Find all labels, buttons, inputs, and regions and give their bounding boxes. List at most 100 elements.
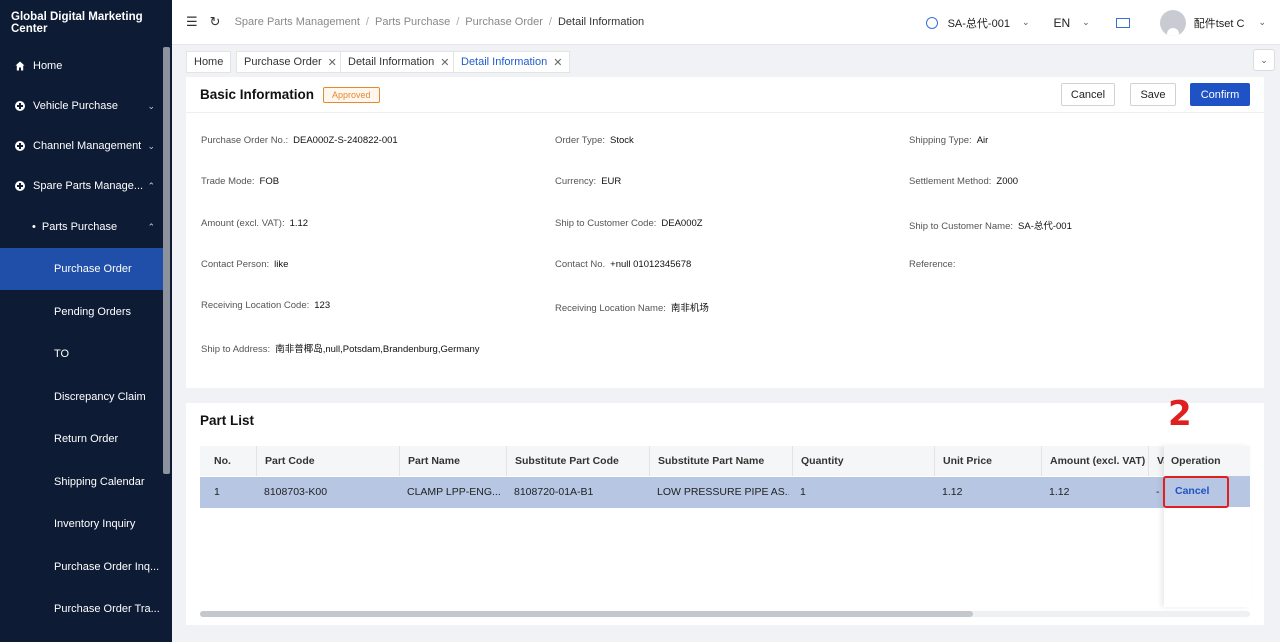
column-header: Quantity: [792, 446, 844, 476]
language-selector[interactable]: EN: [1054, 16, 1071, 30]
cell-substitute-part-name: LOW PRESSURE PIPE AS...: [657, 486, 789, 498]
cancel-button[interactable]: Cancel: [1061, 83, 1115, 106]
operation-column: Operation Cancel: [1164, 446, 1250, 607]
column-header: Unit Price: [934, 446, 992, 476]
field-ship-to-customer-code: Ship to Customer Code: DEA000Z: [555, 218, 703, 229]
field-value: 南非普椰岛,null,Potsdam,Brandenburg,Germany: [275, 344, 480, 355]
sidebar-item-label: Shipping Calendar: [54, 476, 145, 488]
tab-home[interactable]: Home: [186, 51, 232, 73]
sidebar-item-purchase-order-inquiry[interactable]: Purchase Order Inq...: [0, 546, 163, 588]
save-button[interactable]: Save: [1130, 83, 1176, 106]
sidebar-item-label: Purchase Order Inq...: [54, 561, 160, 573]
username[interactable]: 配件tset C: [1194, 15, 1245, 31]
sidebar-item-pending-orders[interactable]: Pending Orders: [0, 291, 163, 333]
user-icon: [925, 16, 938, 29]
field-contact-no: Contact No. +null 01012345678: [555, 259, 691, 270]
field-label: Purchase Order No.:: [201, 135, 289, 146]
chevron-down-icon: ⌄: [147, 140, 155, 151]
column-header: Substitute Part Name: [649, 446, 764, 476]
field-value: DEA000Z-S-240822-001: [293, 135, 398, 146]
tab-detail-information[interactable]: Detail Information ✕: [340, 51, 458, 73]
sidebar-item-parts-purchase[interactable]: • Parts Purchase ⌃: [0, 207, 163, 247]
sidebar-item-label: Channel Management: [33, 140, 142, 152]
field-value: SA-总代-001: [1018, 221, 1072, 232]
field-value: DEA000Z: [661, 218, 703, 229]
plus-circle-icon: [15, 101, 25, 111]
section-title: Part List: [200, 413, 255, 428]
sidebar-item-home[interactable]: Home: [0, 47, 163, 85]
sidebar-item-purchase-order-tracking[interactable]: Purchase Order Tra...: [0, 588, 163, 630]
sidebar-item-channel-management[interactable]: Channel Management ⌄: [0, 127, 163, 165]
bullet-icon: •: [32, 221, 36, 233]
chevron-down-icon[interactable]: ⌄: [1258, 17, 1266, 28]
sidebar-item-vehicle-purchase[interactable]: Vehicle Purchase ⌄: [0, 87, 163, 125]
field-currency: Currency: EUR: [555, 176, 621, 187]
breadcrumb-item[interactable]: Spare Parts Management: [235, 16, 360, 28]
close-icon[interactable]: ✕: [440, 56, 449, 69]
tab-detail-information-active[interactable]: Detail Information ✕: [453, 51, 571, 73]
field-receiving-location-code: Receiving Location Code: 123: [201, 300, 330, 311]
field-value: like: [274, 259, 289, 270]
breadcrumb-item[interactable]: Parts Purchase: [375, 16, 450, 28]
sidebar-item-shipping-calendar[interactable]: Shipping Calendar: [0, 461, 163, 503]
confirm-button[interactable]: Confirm: [1190, 83, 1250, 106]
field-label: Ship to Customer Name:: [909, 221, 1014, 232]
top-right-area: SA-总代-001 ⌄ EN ⌄ 配件tset C ⌄: [925, 0, 1280, 45]
breadcrumb-item[interactable]: Purchase Order: [465, 16, 543, 28]
field-value: +null 01012345678: [610, 259, 692, 270]
field-value: FOB: [259, 176, 280, 187]
field-ship-to-address: Ship to Address: 南非普椰岛,null,Potsdam,Brand…: [201, 341, 480, 355]
tab-label: Purchase Order: [244, 56, 322, 68]
sidebar-item-label: Discrepancy Claim: [54, 391, 146, 403]
step-marker: 2: [1168, 394, 1192, 434]
breadcrumb: Spare Parts Management / Parts Purchase …: [234, 16, 645, 28]
field-label: Reference:: [909, 259, 956, 270]
status-badge: Approved: [323, 86, 380, 103]
horizontal-scrollbar[interactable]: [200, 611, 1250, 617]
field-label: Ship to Customer Code:: [555, 218, 657, 229]
field-label: Ship to Address:: [201, 344, 271, 355]
menu-toggle-icon[interactable]: ☰: [186, 14, 198, 30]
chevron-down-icon: ⌄: [1260, 54, 1268, 65]
sidebar-item-inventory-inquiry[interactable]: Inventory Inquiry: [0, 503, 163, 545]
sidebar-item-label: Vehicle Purchase: [33, 100, 118, 112]
field-label: Amount (excl. VAT):: [201, 218, 285, 229]
sidebar-item-spare-parts-management[interactable]: Spare Parts Manage... ⌃: [0, 167, 163, 205]
sidebar-item-discrepancy-claim[interactable]: Discrepancy Claim: [0, 376, 163, 418]
account-selector[interactable]: SA-总代-001: [948, 15, 1010, 31]
field-amount-excl-vat: Amount (excl. VAT): 1.12: [201, 218, 308, 229]
sidebar-item-return-order[interactable]: Return Order: [0, 418, 163, 460]
sidebar-item-to[interactable]: TO: [0, 333, 163, 375]
chevron-up-icon: ⌃: [147, 180, 155, 191]
field-trade-mode: Trade Mode: FOB: [201, 176, 279, 187]
column-header: No.: [214, 455, 231, 467]
chevron-down-icon[interactable]: ⌄: [1022, 17, 1030, 28]
field-value: Z000: [996, 176, 1019, 187]
highlight-box: [1163, 476, 1229, 508]
column-header: Substitute Part Code: [506, 446, 619, 476]
field-contact-person: Contact Person: like: [201, 259, 288, 270]
tabs-dropdown-button[interactable]: ⌄: [1253, 49, 1275, 71]
chevron-down-icon[interactable]: ⌄: [1082, 17, 1090, 28]
tab-purchase-order[interactable]: Purchase Order ✕: [236, 51, 345, 73]
field-label: Contact Person:: [201, 259, 270, 270]
refresh-icon[interactable]: ↻: [210, 14, 221, 30]
field-label: Receiving Location Name:: [555, 303, 666, 314]
sidebar-scrollbar[interactable]: [163, 47, 170, 474]
field-value: 1.12: [289, 218, 309, 229]
part-list-card: Part List: [186, 403, 1264, 625]
column-header: Part Code: [256, 446, 315, 476]
field-reference: Reference:: [909, 259, 960, 270]
field-label: Trade Mode:: [201, 176, 255, 187]
mail-icon[interactable]: [1115, 17, 1130, 28]
close-icon[interactable]: ✕: [328, 56, 337, 69]
cell-amount: 1.12: [1049, 486, 1070, 498]
sidebar-item-label: TO: [54, 348, 70, 360]
cell-quantity: 1: [800, 486, 806, 498]
cell-part-name: CLAMP LPP-ENG...: [407, 486, 501, 498]
sidebar-item-purchase-order[interactable]: Purchase Order: [0, 248, 163, 290]
scrollbar-thumb[interactable]: [200, 611, 973, 617]
close-icon[interactable]: ✕: [553, 56, 562, 69]
column-header: Operation: [1164, 446, 1250, 476]
avatar[interactable]: [1159, 9, 1186, 36]
